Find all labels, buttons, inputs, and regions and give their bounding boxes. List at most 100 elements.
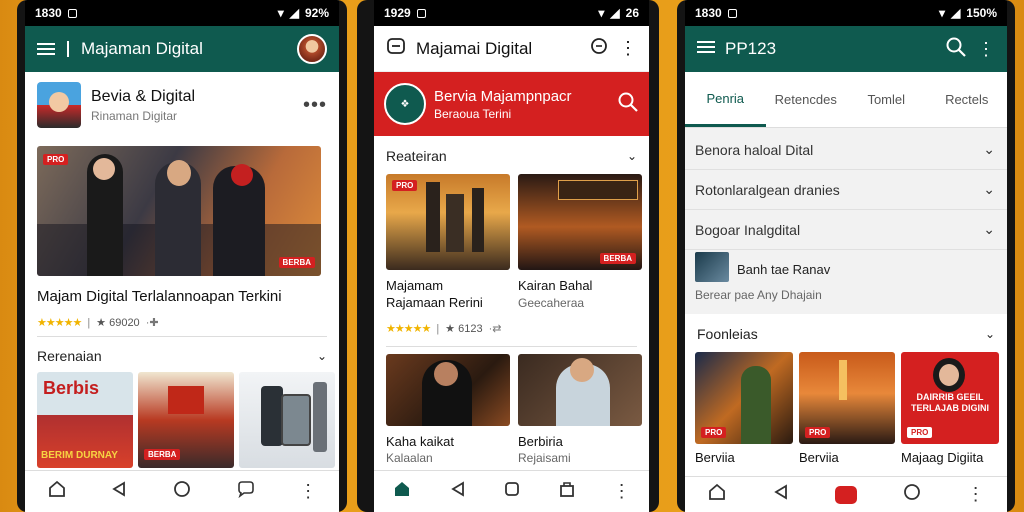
card-2-image[interactable]: BERBA	[518, 174, 642, 270]
list-item[interactable]: Benora haloal Dital ⌄	[685, 130, 1007, 170]
divider	[37, 336, 327, 337]
chat-icon[interactable]	[902, 482, 922, 507]
featured-card-2-title: Berviia	[799, 450, 839, 465]
card-3-image[interactable]	[386, 354, 510, 426]
card-1-badge: PRO	[392, 180, 418, 191]
search-icon[interactable]	[945, 36, 967, 63]
banner-title: Bervia Majampnpacr	[434, 87, 572, 105]
bottom-nav: ⋮	[685, 476, 1007, 512]
status-bar: 1929 ▾ ◢ 26	[374, 0, 649, 26]
featured-card-2-badge: PRO	[805, 427, 831, 438]
thumb-card-1-subtitle: BERIM DURNAY	[41, 450, 118, 461]
home-icon[interactable]	[707, 482, 727, 507]
rating-row: ★★★★★ | ★ 69020 ·✚	[37, 316, 159, 330]
menu-icon[interactable]	[37, 42, 55, 56]
square-icon[interactable]	[503, 480, 521, 503]
featured-card-3[interactable]: DAIRRIB GEEIL TERLAJAB DIGINI PRO	[901, 352, 999, 444]
back-icon[interactable]	[772, 483, 790, 506]
featured-card-1[interactable]: PRO	[695, 352, 793, 444]
thumb-card-3[interactable]	[239, 372, 335, 468]
more-vert-icon[interactable]: ⋮	[967, 484, 985, 505]
record-icon[interactable]	[834, 485, 857, 504]
battery-level: 26	[625, 6, 639, 20]
thumb-card-2[interactable]: BERBA	[138, 372, 234, 468]
expandable-list: Benora haloal Dital ⌄ Rotonlaralgean dran…	[685, 130, 1007, 250]
thumb-card-1[interactable]: Berbis BERIM DURNAY	[37, 372, 133, 468]
tab-retencdes[interactable]: Retencdes	[766, 92, 847, 107]
signal-icon: ◢	[610, 6, 620, 20]
share-icon[interactable]: ·⇄	[489, 322, 502, 335]
tab-rectels[interactable]: Rectels	[927, 92, 1008, 107]
more-vert-icon[interactable]: ⋮	[299, 481, 317, 502]
chat-icon[interactable]	[236, 479, 256, 504]
wifi-icon: ▾	[277, 6, 284, 20]
home-icon[interactable]	[392, 479, 412, 504]
app-logo-icon[interactable]	[386, 36, 406, 61]
card-2-title: Kairan Bahal	[518, 278, 593, 293]
app-title: Majamai Digital	[416, 38, 533, 58]
banner-subtitle: Beraoua Terini	[434, 106, 512, 121]
chevron-down-icon: ⌄	[983, 181, 995, 197]
phone-3: 1830 ▾ ◢ 150% PP123 ⋮ Penria Retencdes T	[677, 0, 1015, 512]
menu-icon[interactable]	[697, 40, 715, 59]
home-icon[interactable]	[47, 479, 67, 504]
app-bar: Majaman Digital	[25, 26, 339, 72]
add-icon[interactable]: ·✚	[146, 316, 159, 329]
card-4-image[interactable]	[518, 354, 642, 426]
more-vert-icon[interactable]: ⋮	[619, 38, 637, 59]
card-2-badge: BERBA	[599, 253, 636, 264]
more-vert-icon[interactable]: ⋮	[613, 481, 631, 502]
back-icon[interactable]	[449, 480, 467, 503]
section-header[interactable]: Rerenaian ⌄	[25, 345, 339, 367]
status-time: 1929	[384, 6, 411, 20]
section-title: Reateiran	[386, 148, 447, 164]
more-vert-icon[interactable]: ⋮	[977, 39, 995, 60]
news-item[interactable]: Banh tae Ranav Berear pae Any Dhajain	[695, 252, 997, 308]
star-rating: ★★★★★	[386, 323, 431, 335]
search-icon[interactable]	[617, 91, 639, 118]
battery-level: 92%	[304, 6, 329, 20]
featured-card-1-badge: PRO	[701, 427, 727, 438]
avatar[interactable]	[297, 34, 327, 64]
list-item[interactable]: Rotonlaralgean dranies ⌄	[685, 170, 1007, 210]
status-bar: 1830 ▾ ◢ 150%	[685, 0, 1007, 26]
chat-icon[interactable]	[589, 36, 609, 61]
wifi-icon: ▾	[598, 6, 605, 20]
tab-tomlel[interactable]: Tomlel	[846, 92, 927, 107]
promo-banner[interactable]: ❖ Bervia Majampnpacr Beraoua Terini	[374, 72, 649, 136]
section-header[interactable]: Foonleias ⌄	[685, 324, 1007, 344]
news-subtitle: Berear pae Any Dhajain	[695, 288, 822, 302]
list-item-label: Rotonlaralgean dranies	[695, 181, 840, 198]
circle-icon[interactable]	[172, 479, 192, 504]
section-header[interactable]: Reateiran ⌄	[374, 146, 649, 166]
phone-3-screen: 1830 ▾ ◢ 150% PP123 ⋮ Penria Retencdes T	[685, 0, 1007, 512]
chevron-down-icon: ⌄	[984, 327, 995, 341]
rating-row: ★★★★★ | ★ 6123 ·⇄	[386, 322, 502, 336]
battery-level: 150%	[966, 6, 997, 20]
bottom-nav: ⋮	[374, 470, 649, 512]
headline[interactable]: Majam Digital Terlalannoapan Terkini	[37, 288, 282, 305]
hero-image[interactable]: PRO BERBA	[37, 146, 321, 276]
chevron-down-icon: ⌄	[316, 349, 327, 363]
signal-icon: ◢	[951, 6, 961, 20]
tab-penria[interactable]: Penria	[685, 72, 766, 127]
channel-subtitle: Rinaman Digitar	[91, 108, 178, 123]
star-rating: ★★★★★	[37, 317, 82, 329]
wifi-icon: ▾	[939, 6, 946, 20]
bottom-nav: ⋮	[25, 470, 339, 512]
featured-card-3-title: Majaag Digiita	[901, 450, 984, 465]
featured-card-1-title: Berviia	[695, 450, 735, 465]
card-1-image[interactable]: PRO	[386, 174, 510, 270]
card-3-title: Kaha kaikat	[386, 434, 454, 449]
chevron-down-icon: ⌄	[983, 221, 995, 237]
tab-label: Tomlel	[867, 92, 906, 107]
tab-label: Penria	[706, 90, 745, 106]
more-options-icon[interactable]: •••	[303, 94, 327, 117]
featured-card-2[interactable]: PRO	[799, 352, 895, 444]
list-item[interactable]: Bogoar Inalgdital ⌄	[685, 210, 1007, 250]
channel-avatar[interactable]	[37, 82, 81, 128]
phone-1: 1830 ▾ ◢ 92% Majaman Digital Bevia & Dig…	[17, 0, 347, 512]
bag-icon[interactable]	[558, 480, 576, 503]
thumb-card-1-title: Berbis	[43, 378, 100, 398]
back-icon[interactable]	[110, 480, 128, 503]
